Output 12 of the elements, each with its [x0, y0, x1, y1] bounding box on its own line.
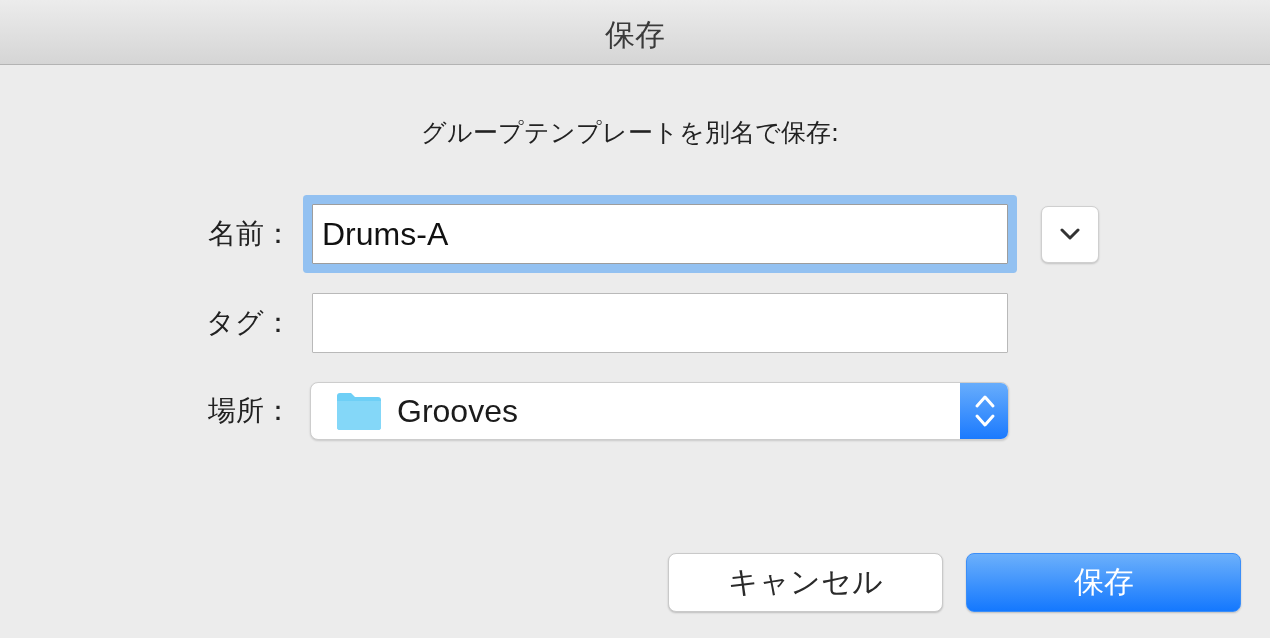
field-label: 場所：: [207, 394, 292, 428]
cancel-button[interactable]: キャンセル: [668, 553, 943, 612]
expand-button[interactable]: [1041, 205, 1099, 263]
chevron-down-icon: [1060, 228, 1080, 240]
field-label: 名前：: [207, 217, 292, 251]
location-popup[interactable]: Grooves: [310, 382, 1009, 440]
text-field[interactable]: [312, 293, 1008, 353]
field-label: タグ：: [205, 306, 292, 340]
window-title: 保存: [605, 17, 665, 53]
folder-icon: [336, 392, 382, 430]
dialog-prompt: グループテンプレートを別名で保存:: [420, 117, 840, 149]
stepper-arrows[interactable]: [960, 383, 1008, 439]
